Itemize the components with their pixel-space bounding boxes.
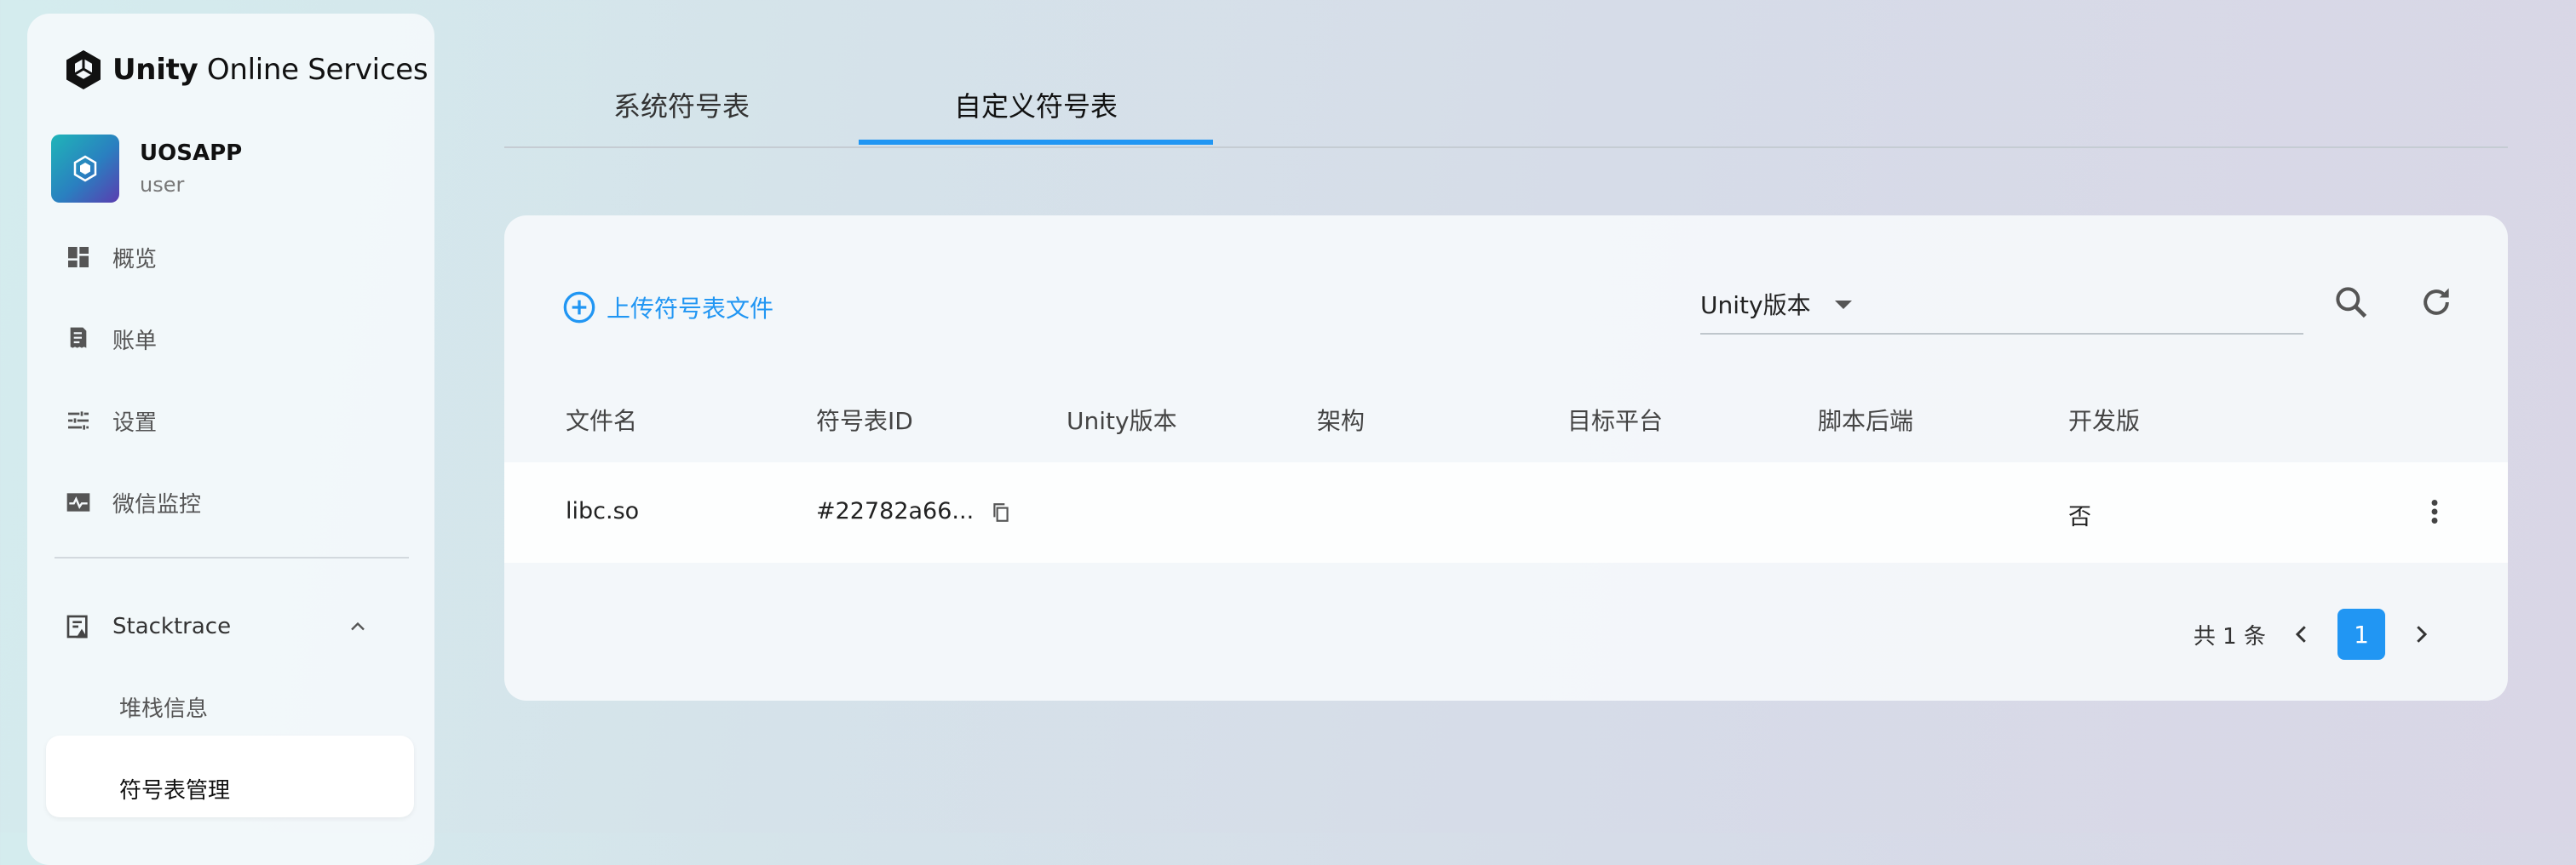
col-file-name: 文件名 — [566, 407, 638, 435]
nav-label: 堆栈信息 — [119, 696, 209, 722]
nav-item-overview[interactable]: 概览 — [65, 232, 157, 283]
cell-symbol-id: #22782a66... — [816, 498, 1012, 524]
select-value: Unity版本 — [1700, 291, 1811, 319]
next-page-button[interactable] — [2402, 616, 2440, 653]
nav-label: 账单 — [112, 328, 158, 354]
cell-file-name: libc.so — [566, 498, 640, 524]
unity-version-select[interactable]: Unity版本 — [1700, 270, 2303, 335]
sidebar: Unity Online Services UOSAPP user 概览 账单 … — [27, 14, 434, 865]
nav-label: 概览 — [112, 246, 158, 272]
caret-down-icon — [1835, 301, 1852, 309]
stacktrace-icon — [66, 615, 88, 639]
sliders-icon — [68, 411, 89, 430]
nav-item-settings[interactable]: 设置 — [65, 395, 157, 446]
dashboard-icon — [68, 247, 89, 267]
tab-label: 系统符号表 — [612, 90, 750, 123]
nav-label: 微信监控 — [112, 491, 202, 518]
chevron-up-icon — [351, 622, 365, 631]
nav-label: 设置 — [112, 410, 158, 436]
app-name: UOSAPP — [140, 140, 243, 166]
pagination: 共 1 条 1 — [2194, 609, 2440, 660]
col-development: 开发版 — [2068, 407, 2141, 435]
symbol-table-card: 上传符号表文件 Unity版本 文件名 符号表ID Unity版本 架构 目标平… — [504, 215, 2508, 701]
tab-system-symbols[interactable]: 系统符号表 — [504, 85, 859, 146]
sidebar-divider — [55, 557, 409, 559]
nav-item-wechat-monitor[interactable]: 微信监控 — [65, 477, 201, 528]
chevron-right-icon — [2417, 626, 2428, 643]
monitor-chart-icon — [66, 493, 90, 512]
tab-active-indicator — [859, 140, 1213, 145]
tab-bar: 系统符号表 自定义符号表 — [504, 68, 2508, 148]
unity-logo[interactable]: Unity Online Services — [61, 46, 428, 94]
col-symbol-id: 符号表ID — [816, 407, 913, 435]
page-button-current[interactable]: 1 — [2337, 609, 2385, 660]
table-row[interactable]: libc.so #22782a66... 否 — [504, 462, 2508, 563]
refresh-button[interactable] — [2414, 280, 2458, 324]
app-switcher[interactable]: UOSAPP user — [51, 135, 242, 203]
nav-subitem-symbol-management[interactable]: 符号表管理 — [119, 763, 230, 814]
col-target-platform: 目标平台 — [1567, 407, 1664, 435]
upload-label: 上传符号表文件 — [607, 295, 774, 323]
app-avatar — [51, 135, 119, 203]
nav-label: Stacktrace — [112, 614, 232, 639]
prev-page-button[interactable] — [2283, 616, 2320, 653]
tab-custom-symbols[interactable]: 自定义符号表 — [859, 85, 1213, 146]
upload-symbol-button[interactable]: 上传符号表文件 — [562, 290, 773, 324]
search-icon — [2336, 287, 2367, 318]
total-count: 共 1 条 — [2193, 623, 2266, 650]
receipt-icon — [70, 327, 87, 348]
nav-label: 符号表管理 — [119, 777, 231, 804]
nav-group-stacktrace[interactable]: Stacktrace — [65, 601, 423, 652]
nav-subitem-stack-info[interactable]: 堆栈信息 — [119, 681, 208, 732]
col-unity-version: Unity版本 — [1067, 407, 1177, 435]
tab-label: 自定义符号表 — [953, 90, 1118, 123]
app-role: user — [140, 173, 185, 197]
more-vert-icon[interactable] — [2419, 496, 2450, 527]
cube-icon — [73, 155, 97, 182]
brand-name: Unity Online Services — [112, 53, 428, 87]
col-script-backend: 脚本后端 — [1818, 407, 1914, 435]
table-header: 文件名 符号表ID Unity版本 架构 目标平台 脚本后端 开发版 — [504, 386, 2508, 459]
nav-item-billing[interactable]: 账单 — [65, 313, 157, 364]
chevron-left-icon — [2295, 626, 2306, 643]
copy-icon[interactable] — [990, 501, 1012, 524]
symbol-id-text: #22782a66... — [816, 498, 975, 524]
refresh-icon — [2424, 288, 2449, 315]
col-architecture: 架构 — [1317, 407, 1366, 435]
unity-cube-icon — [66, 50, 101, 89]
cell-development: 否 — [2068, 504, 2091, 530]
search-button[interactable] — [2329, 280, 2373, 324]
add-circle-icon — [563, 291, 595, 324]
